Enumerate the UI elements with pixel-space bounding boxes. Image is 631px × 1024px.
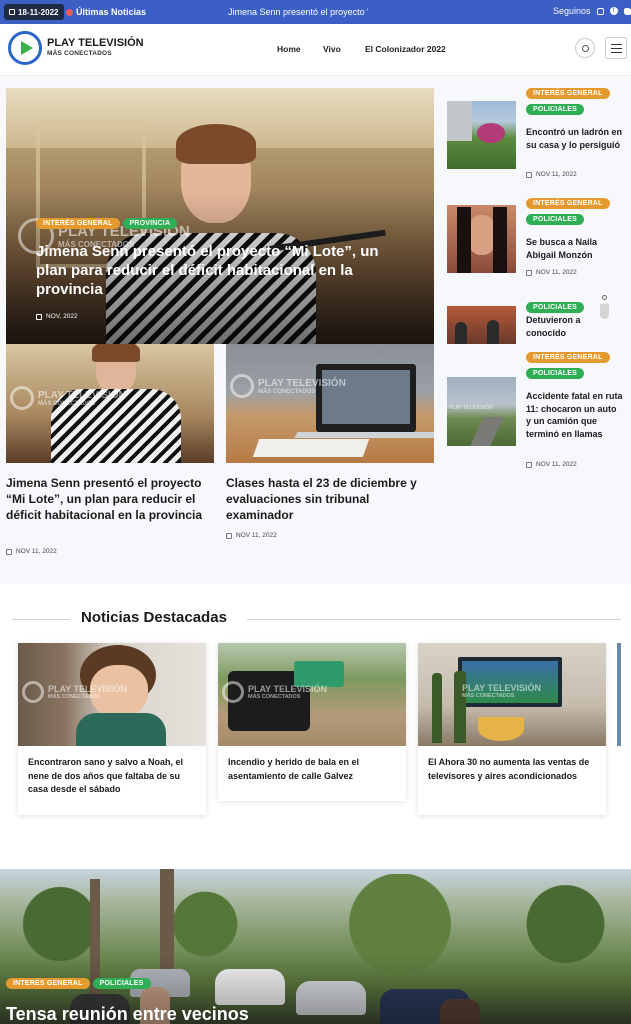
latest-news-label: Últimas Noticias bbox=[66, 7, 146, 17]
sidebar-1-title[interactable]: Encontró un ladrón en su casa y lo persi… bbox=[526, 126, 624, 151]
section-divider bbox=[247, 619, 621, 620]
instagram-icon[interactable] bbox=[596, 7, 604, 15]
hero-date: NOV, 2022 bbox=[36, 313, 78, 320]
article-2-title[interactable]: Clases hasta el 23 de diciembre y evalua… bbox=[226, 475, 431, 523]
watermark: PLAY TELEVISIÓN MÁS CONECTADOS bbox=[10, 386, 126, 410]
sidebar-1-tags: INTERÉS GENERAL POLICIALES bbox=[526, 88, 610, 115]
article-2-date: NOV 11, 2022 bbox=[226, 532, 277, 539]
featured-card[interactable]: PLAY TELEVISIÓN MÁS CONECTADOS Encontraro… bbox=[18, 643, 206, 815]
sidebar-3-photo[interactable] bbox=[447, 306, 516, 344]
sidebar-1-date: NOV 11, 2022 bbox=[526, 171, 577, 178]
sidebar-3-tags: POLICIALES bbox=[526, 296, 585, 314]
sidebar-2-date: NOV 11, 2022 bbox=[526, 269, 577, 276]
bottom-story-photo bbox=[0, 869, 631, 1024]
scroll-indicator[interactable] bbox=[600, 293, 609, 319]
article-1-title[interactable]: Jimena Senn presentó el proyecto “Mi Lot… bbox=[6, 475, 216, 523]
nav-home[interactable]: Home bbox=[277, 44, 301, 54]
hero-tags: INTERÉS GENERAL PROVINCIA bbox=[36, 218, 178, 229]
hero-article[interactable]: PLAY TELEVISIÓN MÁS CONECTADOS bbox=[6, 88, 434, 344]
seguinos-label: Seguinos bbox=[553, 6, 591, 16]
search-icon bbox=[581, 44, 589, 52]
calendar-icon bbox=[526, 461, 532, 468]
sidebar-1-photo[interactable] bbox=[447, 101, 516, 169]
play-logo-icon[interactable] bbox=[8, 31, 42, 65]
sidebar-4-photo[interactable]: PLAY TELEVISIÓN bbox=[447, 377, 516, 446]
facebook-icon[interactable]: f bbox=[609, 7, 618, 15]
calendar-icon bbox=[226, 532, 232, 539]
site-name[interactable]: PLAY TELEVISIÓN bbox=[47, 37, 144, 49]
sidebar-2-title[interactable]: Se busca a Naila Abigail Monzón bbox=[526, 236, 624, 261]
live-dot-icon bbox=[66, 8, 73, 16]
social-links: Seguinos f bbox=[553, 6, 631, 16]
sidebar-2-photo[interactable] bbox=[447, 205, 516, 273]
watermark: PLAY TELEVISIÓN MÁS CONECTADOS bbox=[222, 681, 327, 703]
calendar-icon bbox=[526, 171, 532, 178]
watermark: PLAY TELEVISIÓN MÁS CONECTADOS bbox=[462, 683, 542, 699]
featured-card-photo: PLAY TELEVISIÓN MÁS CONECTADOS bbox=[18, 643, 206, 746]
sidebar-3-title-wrap: Detuvieron a conocido bbox=[526, 314, 596, 343]
nav-vivo[interactable]: Vivo bbox=[323, 44, 341, 54]
hero-photo bbox=[6, 88, 434, 344]
tag-provincia[interactable]: PROVINCIA bbox=[122, 218, 178, 229]
hamburger-menu-button[interactable] bbox=[605, 37, 627, 59]
article-2-photo[interactable]: PLAY TELEVISIÓN MÁS CONECTADOS bbox=[226, 344, 434, 463]
calendar-icon bbox=[6, 548, 12, 555]
sidebar-2-tags: INTERÉS GENERAL POLICIALES bbox=[526, 198, 610, 225]
hero-title[interactable]: Jimena Senn presentó el proyecto “Mi Lot… bbox=[36, 242, 406, 299]
calendar-icon bbox=[526, 269, 532, 276]
sidebar-4-tags: INTERÉS GENERAL POLICIALES bbox=[526, 352, 610, 379]
article-1-photo[interactable]: PLAY TELEVISIÓN MÁS CONECTADOS bbox=[6, 344, 214, 463]
featured-card[interactable]: PLAY TELEVISIÓN MÁS CONECTADOS El Ahora 3… bbox=[418, 643, 606, 815]
featured-card-photo: PLAY TELEVISIÓN MÁS CONECTADOS bbox=[418, 643, 606, 746]
section-divider bbox=[12, 619, 70, 620]
top-bar: 18-11-2022 Últimas Noticias Jimena Senn … bbox=[0, 0, 631, 24]
watermark: PLAY TELEVISIÓN MÁS CONECTADOS bbox=[230, 374, 346, 398]
sidebar-4-title[interactable]: Accidente fatal en ruta 11: chocaron un … bbox=[526, 390, 624, 440]
site-tagline: MÁS CONECTADOS bbox=[47, 50, 112, 57]
featured-card-title[interactable]: Incendio y herido de bala en el asentami… bbox=[228, 756, 400, 783]
featured-card[interactable]: PLAY TELEVISIÓN MÁS CONECTADOS Incendio y… bbox=[218, 643, 406, 801]
calendar-icon bbox=[36, 313, 42, 320]
nav-el-colonizador[interactable]: El Colonizador 2022 bbox=[365, 44, 446, 54]
watermark: PLAY TELEVISIÓN bbox=[449, 405, 493, 411]
featured-news-heading: Noticias Destacadas bbox=[81, 609, 227, 626]
bottom-story-title[interactable]: Tensa reunión entre vecinos bbox=[6, 1004, 249, 1024]
site-header: PLAY TELEVISIÓN MÁS CONECTADOS Home Vivo… bbox=[0, 24, 631, 76]
search-button[interactable] bbox=[575, 38, 595, 58]
watermark: PLAY TELEVISIÓN MÁS CONECTADOS bbox=[22, 681, 127, 703]
sidebar-4-date: NOV 11, 2022 bbox=[526, 461, 577, 468]
bottom-featured-story[interactable]: INTERÉS GENERAL POLICIALES Tensa reunión… bbox=[0, 869, 631, 1024]
sidebar-3-title[interactable]: Detuvieron a conocido bbox=[526, 314, 596, 339]
featured-card-title[interactable]: Encontraron sano y salvo a Noah, el nene… bbox=[28, 756, 200, 797]
bottom-story-tags: INTERÉS GENERAL POLICIALES bbox=[6, 978, 151, 989]
tag-interes-general[interactable]: INTERÉS GENERAL bbox=[36, 218, 120, 229]
date-text: 18-11-2022 bbox=[18, 7, 59, 17]
news-ticker[interactable]: Jimena Senn presentó el proyecto “Mi l bbox=[228, 7, 368, 17]
next-card-peek bbox=[617, 643, 621, 746]
calendar-icon bbox=[9, 9, 15, 15]
sun-icon bbox=[602, 295, 607, 300]
article-1-date: NOV 11, 2022 bbox=[6, 548, 57, 555]
featured-card-photo: PLAY TELEVISIÓN MÁS CONECTADOS bbox=[218, 643, 406, 746]
twitter-icon[interactable] bbox=[623, 7, 631, 15]
featured-card-title[interactable]: El Ahora 30 no aumenta las ventas de tel… bbox=[428, 756, 600, 783]
date-badge: 18-11-2022 bbox=[4, 4, 65, 20]
